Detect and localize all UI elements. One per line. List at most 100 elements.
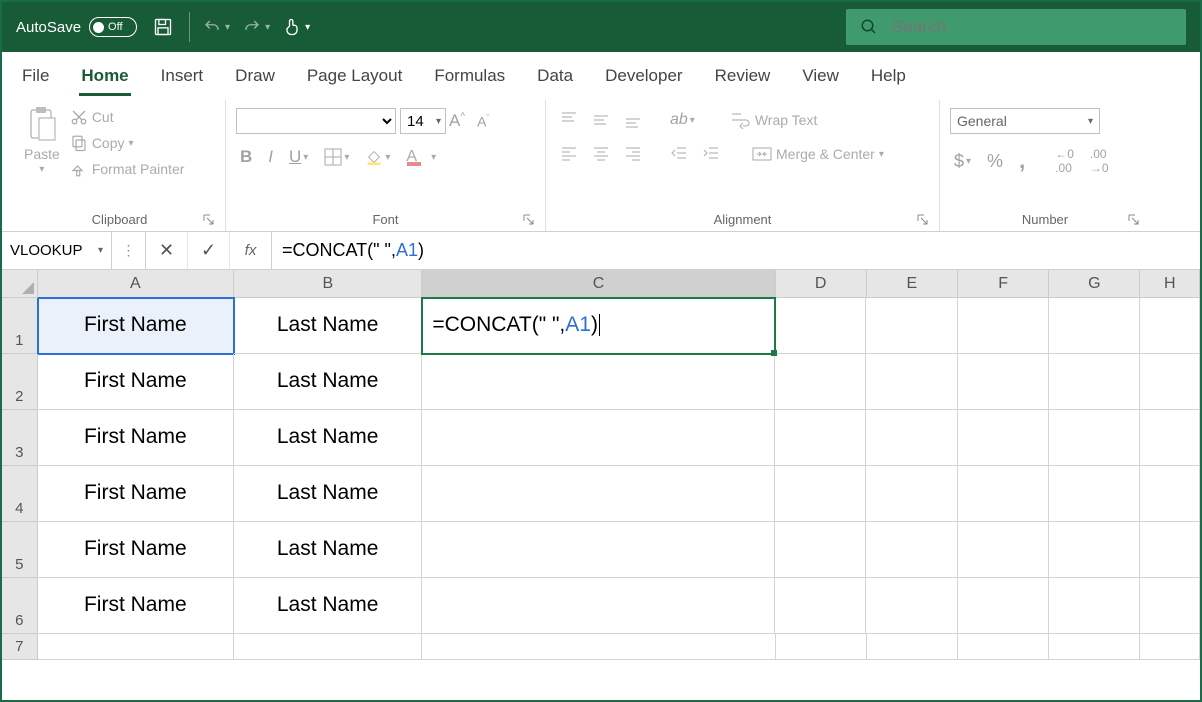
touch-mode-button[interactable]: ▾ bbox=[282, 17, 310, 37]
row-header-6[interactable]: 6 bbox=[2, 578, 38, 634]
comma-format-button[interactable]: , bbox=[1015, 145, 1029, 177]
tab-file[interactable]: File bbox=[20, 58, 51, 96]
cell-a1[interactable]: First Name bbox=[38, 298, 234, 354]
cell-a3[interactable]: First Name bbox=[38, 410, 234, 466]
search-box[interactable] bbox=[846, 9, 1186, 45]
dialog-launcher-icon[interactable] bbox=[1128, 214, 1140, 226]
cell-d7[interactable] bbox=[776, 634, 867, 660]
cell-c5[interactable] bbox=[422, 522, 775, 578]
cut-button[interactable]: Cut bbox=[66, 106, 189, 128]
undo-button[interactable]: ▾ bbox=[202, 18, 230, 36]
redo-button[interactable]: ▾ bbox=[242, 18, 270, 36]
cell-a7[interactable] bbox=[38, 634, 234, 660]
col-header-d[interactable]: D bbox=[776, 270, 867, 298]
cell-e5[interactable] bbox=[866, 522, 957, 578]
cell-e2[interactable] bbox=[866, 354, 957, 410]
cell-e1[interactable] bbox=[866, 298, 957, 354]
insert-function-button[interactable]: fx bbox=[230, 232, 272, 269]
cell-a5[interactable]: First Name bbox=[38, 522, 234, 578]
cell-e6[interactable] bbox=[866, 578, 957, 634]
increase-decimal-button[interactable]: ←0.00 bbox=[1051, 144, 1078, 178]
row-header-3[interactable]: 3 bbox=[2, 410, 38, 466]
decrease-decimal-button[interactable]: .00→0 bbox=[1086, 144, 1113, 178]
cell-d2[interactable] bbox=[775, 354, 866, 410]
name-box[interactable]: VLOOKUP ▾ bbox=[2, 232, 112, 269]
cancel-formula-button[interactable]: ✕ bbox=[146, 232, 188, 269]
row-header-1[interactable]: 1 bbox=[2, 298, 38, 354]
cell-f2[interactable] bbox=[958, 354, 1049, 410]
cell-h6[interactable] bbox=[1140, 578, 1200, 634]
italic-button[interactable]: I bbox=[264, 144, 277, 170]
tab-data[interactable]: Data bbox=[535, 58, 575, 96]
bold-button[interactable]: B bbox=[236, 144, 256, 170]
cell-h2[interactable] bbox=[1140, 354, 1200, 410]
accounting-format-button[interactable]: $▾ bbox=[950, 148, 975, 175]
cell-g4[interactable] bbox=[1049, 466, 1140, 522]
align-right-button[interactable] bbox=[620, 142, 646, 166]
font-name-select[interactable] bbox=[236, 108, 396, 134]
tab-developer[interactable]: Developer bbox=[603, 58, 685, 96]
autosave-toggle[interactable]: AutoSave Off bbox=[16, 17, 137, 37]
paste-button[interactable]: Paste ▾ bbox=[24, 104, 60, 208]
align-bottom-button[interactable] bbox=[620, 108, 646, 132]
font-size-input[interactable] bbox=[400, 108, 446, 134]
tab-home[interactable]: Home bbox=[79, 58, 130, 96]
cell-c7[interactable] bbox=[422, 634, 775, 660]
dialog-launcher-icon[interactable] bbox=[203, 214, 215, 226]
cell-h4[interactable] bbox=[1140, 466, 1200, 522]
cell-g2[interactable] bbox=[1049, 354, 1140, 410]
fill-color-button[interactable]: ▾ bbox=[361, 145, 394, 169]
align-middle-button[interactable] bbox=[588, 108, 614, 132]
search-input[interactable] bbox=[892, 17, 1172, 37]
cell-d4[interactable] bbox=[775, 466, 866, 522]
merge-center-button[interactable]: Merge & Center ▾ bbox=[748, 143, 888, 165]
cell-h3[interactable] bbox=[1140, 410, 1200, 466]
dialog-launcher-icon[interactable] bbox=[917, 214, 929, 226]
cell-b1[interactable]: Last Name bbox=[234, 298, 422, 354]
row-header-7[interactable]: 7 bbox=[2, 634, 38, 660]
col-header-a[interactable]: A bbox=[38, 270, 234, 298]
formula-input[interactable]: =CONCAT(" ",A1) bbox=[272, 232, 1200, 269]
col-header-c[interactable]: C bbox=[422, 270, 775, 298]
underline-button[interactable]: U▾ bbox=[285, 144, 312, 170]
copy-button[interactable]: Copy ▾ bbox=[66, 132, 189, 154]
cell-b6[interactable]: Last Name bbox=[234, 578, 422, 634]
percent-format-button[interactable]: % bbox=[983, 148, 1007, 175]
cell-e4[interactable] bbox=[866, 466, 957, 522]
dialog-launcher-icon[interactable] bbox=[523, 214, 535, 226]
cell-e7[interactable] bbox=[867, 634, 958, 660]
cell-g7[interactable] bbox=[1049, 634, 1140, 660]
cell-c1[interactable]: =CONCAT(" ",A1) bbox=[422, 298, 775, 354]
cell-d3[interactable] bbox=[775, 410, 866, 466]
col-header-g[interactable]: G bbox=[1049, 270, 1140, 298]
row-header-5[interactable]: 5 bbox=[2, 522, 38, 578]
tab-insert[interactable]: Insert bbox=[159, 58, 206, 96]
format-painter-button[interactable]: Format Painter bbox=[66, 158, 189, 180]
font-color-button[interactable]: A ▾ bbox=[402, 145, 440, 169]
align-top-button[interactable] bbox=[556, 108, 582, 132]
cell-f3[interactable] bbox=[958, 410, 1049, 466]
row-header-4[interactable]: 4 bbox=[2, 466, 38, 522]
cell-b2[interactable]: Last Name bbox=[234, 354, 422, 410]
cell-f5[interactable] bbox=[958, 522, 1049, 578]
cell-f4[interactable] bbox=[958, 466, 1049, 522]
cell-b3[interactable]: Last Name bbox=[234, 410, 422, 466]
col-header-b[interactable]: B bbox=[234, 270, 422, 298]
select-all-corner[interactable] bbox=[2, 270, 38, 298]
cell-e3[interactable] bbox=[866, 410, 957, 466]
cell-d1[interactable] bbox=[775, 298, 866, 354]
increase-font-button[interactable]: A^ bbox=[445, 108, 469, 134]
cell-f1[interactable] bbox=[958, 298, 1049, 354]
number-format-select[interactable]: General▾ bbox=[950, 108, 1100, 134]
orientation-button[interactable]: ab▾ bbox=[666, 108, 699, 132]
tab-review[interactable]: Review bbox=[713, 58, 773, 96]
decrease-font-button[interactable]: Aˇ bbox=[473, 110, 493, 133]
cell-a6[interactable]: First Name bbox=[38, 578, 234, 634]
cell-g6[interactable] bbox=[1049, 578, 1140, 634]
tab-view[interactable]: View bbox=[800, 58, 841, 96]
col-header-f[interactable]: F bbox=[958, 270, 1049, 298]
cell-d5[interactable] bbox=[775, 522, 866, 578]
cell-h1[interactable] bbox=[1140, 298, 1200, 354]
wrap-text-button[interactable]: Wrap Text bbox=[727, 109, 822, 131]
cell-b4[interactable]: Last Name bbox=[234, 466, 422, 522]
